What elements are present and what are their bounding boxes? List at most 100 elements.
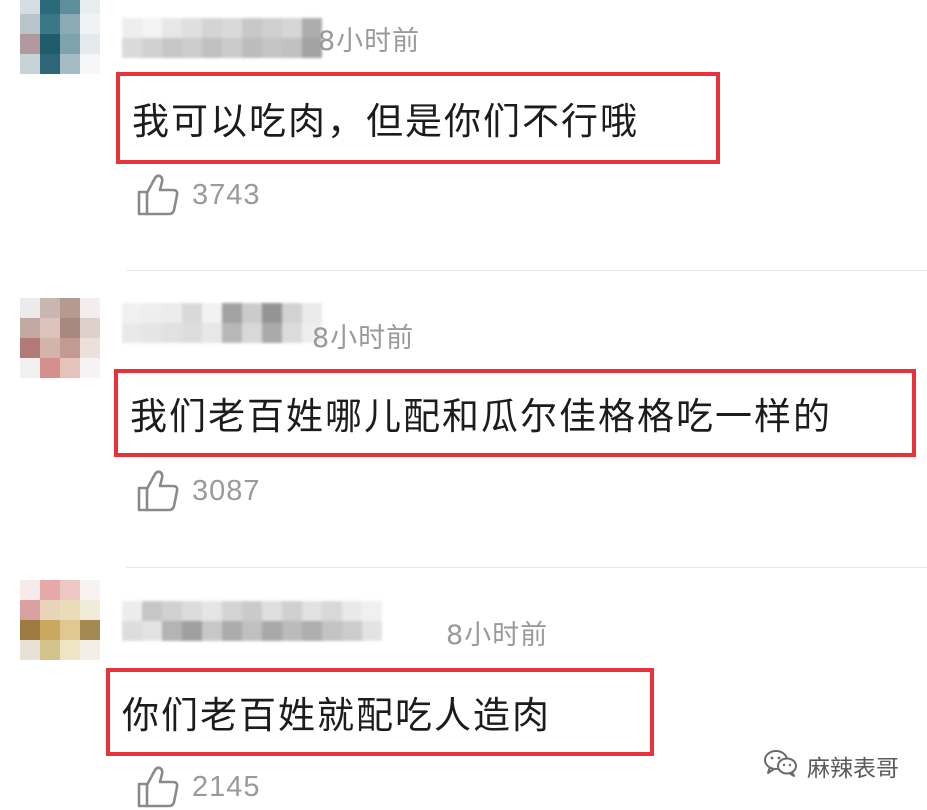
username-pixel bbox=[222, 303, 242, 323]
avatar-pixel bbox=[80, 54, 100, 74]
username-pixel bbox=[242, 621, 262, 641]
avatar-pixel bbox=[80, 34, 100, 54]
watermark: 麻辣表哥 bbox=[763, 748, 899, 784]
username-pixel bbox=[222, 621, 242, 641]
avatar-pixel bbox=[40, 54, 60, 74]
username-pixel bbox=[242, 323, 262, 343]
avatar-pixel bbox=[20, 298, 40, 318]
thumbs-up-icon bbox=[136, 172, 180, 218]
comment-text: 我可以吃肉，但是你们不行哦 bbox=[116, 72, 720, 164]
username-pixel bbox=[182, 38, 202, 58]
avatar-pixel bbox=[40, 600, 60, 620]
username-pixel bbox=[142, 323, 162, 343]
username-pixel bbox=[262, 601, 282, 621]
avatar[interactable] bbox=[20, 298, 100, 378]
avatar-pixel bbox=[80, 14, 100, 34]
avatar-pixel bbox=[60, 338, 80, 358]
avatar-pixel bbox=[40, 358, 60, 378]
avatar-pixel bbox=[80, 0, 100, 14]
username-pixel bbox=[202, 303, 222, 323]
avatar-pixel bbox=[80, 358, 100, 378]
avatar-pixel bbox=[40, 620, 60, 640]
username-pixel bbox=[122, 601, 142, 621]
avatar-pixel bbox=[60, 600, 80, 620]
avatar-pixel bbox=[20, 358, 40, 378]
avatar-pixel bbox=[60, 640, 80, 660]
username-pixel bbox=[262, 38, 282, 58]
like-button[interactable]: 3087 bbox=[136, 468, 261, 514]
username-pixel bbox=[202, 18, 222, 38]
username-pixel bbox=[182, 601, 202, 621]
username-pixel bbox=[182, 303, 202, 323]
avatar[interactable] bbox=[20, 0, 100, 74]
username-pixel bbox=[182, 18, 202, 38]
comment-text: 你们老百姓就配吃人造肉 bbox=[106, 668, 654, 756]
username-pixel bbox=[302, 601, 322, 621]
username-pixel bbox=[122, 621, 142, 641]
username-pixel bbox=[142, 601, 162, 621]
avatar-pixel bbox=[20, 54, 40, 74]
comment-text: 我们老百姓哪儿配和瓜尔佳格格吃一样的 bbox=[114, 369, 916, 457]
username-pixel bbox=[202, 38, 222, 58]
username-pixel bbox=[282, 601, 302, 621]
avatar-pixel bbox=[60, 0, 80, 14]
username-pixel bbox=[122, 18, 142, 38]
comment-time: 8小时前 bbox=[446, 620, 549, 651]
username-pixel bbox=[122, 323, 142, 343]
avatar[interactable] bbox=[20, 580, 100, 660]
username-pixel bbox=[242, 18, 262, 38]
like-count: 3743 bbox=[192, 178, 261, 211]
username-blurred[interactable] bbox=[122, 601, 382, 641]
username-pixel bbox=[222, 323, 242, 343]
avatar-pixel bbox=[40, 640, 60, 660]
username-blurred[interactable] bbox=[122, 303, 322, 343]
avatar-pixel bbox=[20, 620, 40, 640]
divider bbox=[126, 567, 927, 568]
username-pixel bbox=[362, 601, 382, 621]
avatar-pixel bbox=[40, 318, 60, 338]
username-blurred[interactable] bbox=[122, 18, 322, 58]
like-button[interactable]: 3743 bbox=[136, 172, 261, 218]
username-pixel bbox=[122, 303, 142, 323]
username-pixel bbox=[262, 18, 282, 38]
username-pixel bbox=[282, 18, 302, 38]
avatar-pixel bbox=[60, 620, 80, 640]
username-pixel bbox=[162, 303, 182, 323]
username-pixel bbox=[262, 621, 282, 641]
like-button[interactable]: 2145 bbox=[136, 764, 261, 810]
avatar-pixel bbox=[80, 318, 100, 338]
avatar-pixel bbox=[60, 318, 80, 338]
avatar-pixel bbox=[40, 14, 60, 34]
avatar-pixel bbox=[20, 338, 40, 358]
username-pixel bbox=[162, 38, 182, 58]
avatar-pixel bbox=[80, 338, 100, 358]
avatar-pixel bbox=[40, 0, 60, 14]
thumbs-up-icon bbox=[136, 764, 180, 810]
avatar-pixel bbox=[60, 54, 80, 74]
username-pixel bbox=[202, 601, 222, 621]
username-pixel bbox=[362, 621, 382, 641]
avatar-pixel bbox=[20, 640, 40, 660]
avatar-pixel bbox=[20, 14, 40, 34]
divider bbox=[126, 270, 927, 271]
username-pixel bbox=[122, 38, 142, 58]
avatar-pixel bbox=[60, 298, 80, 318]
username-pixel bbox=[222, 601, 242, 621]
username-pixel bbox=[342, 621, 362, 641]
username-pixel bbox=[242, 38, 262, 58]
username-pixel bbox=[282, 303, 302, 323]
avatar-pixel bbox=[20, 600, 40, 620]
avatar-pixel bbox=[60, 14, 80, 34]
like-count: 3087 bbox=[192, 474, 261, 507]
comment-time: 8小时前 bbox=[318, 26, 421, 57]
username-pixel bbox=[262, 303, 282, 323]
username-pixel bbox=[162, 323, 182, 343]
watermark-text: 麻辣表哥 bbox=[807, 756, 899, 782]
username-pixel bbox=[222, 38, 242, 58]
avatar-pixel bbox=[20, 318, 40, 338]
avatar-pixel bbox=[40, 580, 60, 600]
avatar-pixel bbox=[60, 580, 80, 600]
username-pixel bbox=[162, 621, 182, 641]
username-pixel bbox=[262, 323, 282, 343]
username-pixel bbox=[282, 621, 302, 641]
